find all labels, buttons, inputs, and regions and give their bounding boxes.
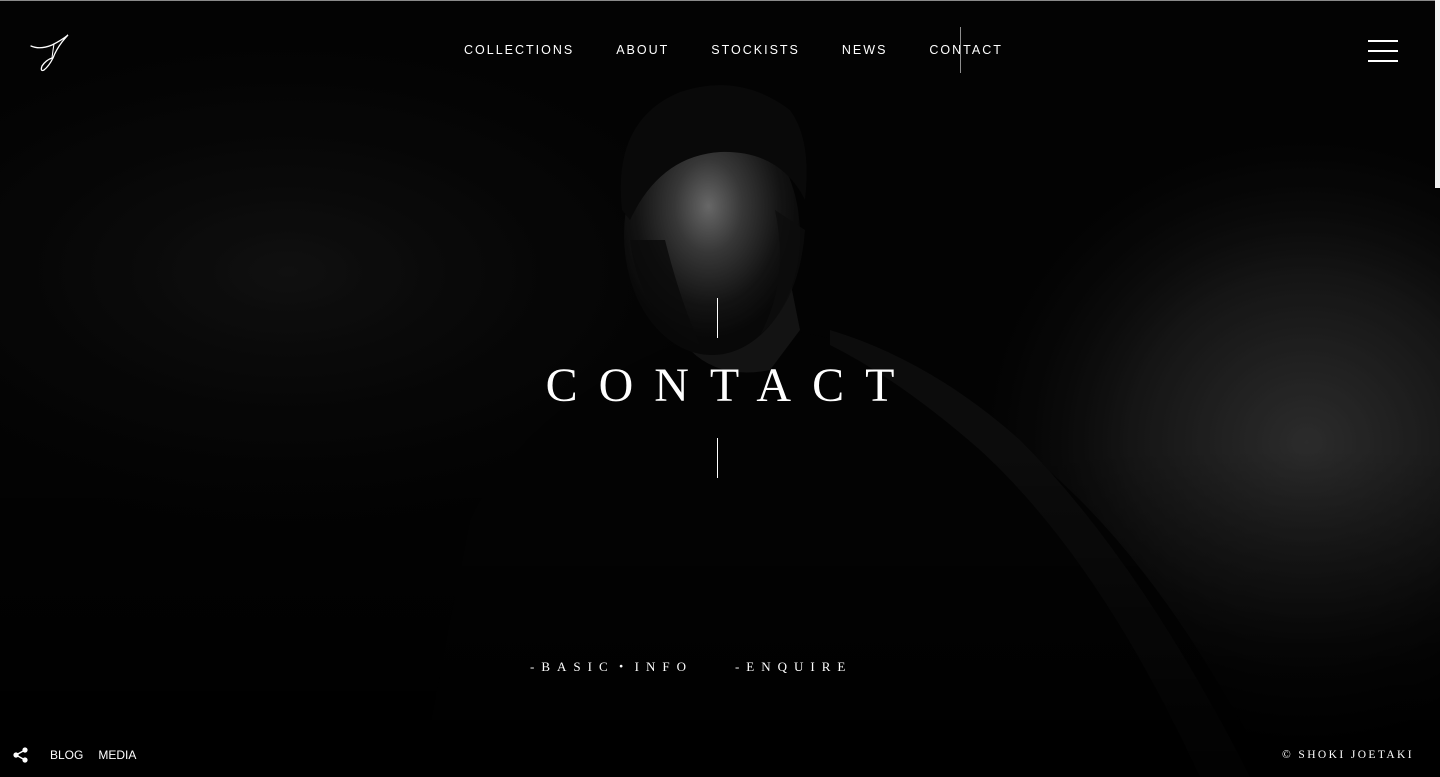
footer-blog-link[interactable]: BLOG [50, 748, 83, 762]
menu-bar-middle [1368, 50, 1398, 52]
nav-contact[interactable]: CONTACT [929, 27, 1003, 73]
hamburger-menu-icon[interactable] [1368, 40, 1400, 62]
scrollbar[interactable] [1435, 0, 1440, 188]
top-border [0, 0, 1440, 1]
title-divider-bottom [717, 438, 718, 478]
nav-stockists[interactable]: STOCKISTS [711, 43, 800, 57]
nav-collections[interactable]: COLLECTIONS [464, 43, 574, 57]
page-title: CONTACT [545, 359, 916, 412]
main-nav: COLLECTIONS ABOUT STOCKISTS NEWS CONTACT [464, 27, 1003, 73]
menu-bar-top [1368, 40, 1398, 42]
nav-active-indicator [960, 27, 962, 73]
nav-news[interactable]: NEWS [842, 43, 888, 57]
subnav-enquire[interactable]: -ENQUIRE [735, 659, 852, 675]
signature-logo-icon[interactable] [26, 28, 74, 76]
contact-subnav: -BASIC・INFO -ENQUIRE [530, 659, 852, 675]
share-icon[interactable] [12, 746, 30, 764]
footer-links: BLOG MEDIA [12, 746, 151, 764]
footer-media-link[interactable]: MEDIA [98, 748, 136, 762]
contact-page: COLLECTIONS ABOUT STOCKISTS NEWS CONTACT… [0, 0, 1440, 777]
menu-bar-bottom [1368, 60, 1398, 62]
nav-contact-label: CONTACT [929, 43, 1003, 57]
subnav-basic-info[interactable]: -BASIC・INFO [530, 659, 693, 675]
title-divider-top [717, 298, 718, 338]
nav-about[interactable]: ABOUT [616, 43, 669, 57]
copyright-text: © SHOKI JOETAKI [1282, 749, 1414, 761]
